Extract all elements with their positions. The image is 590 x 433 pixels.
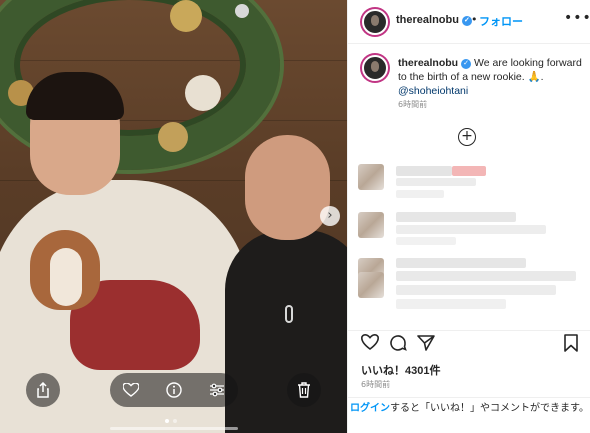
blurred-text — [396, 299, 506, 309]
blurred-text — [396, 166, 452, 176]
blurred-text — [396, 190, 444, 198]
blurred-avatar — [358, 272, 384, 298]
header-username-text[interactable]: therealnobu — [396, 14, 459, 26]
caption-username[interactable]: therealnobu — [398, 57, 458, 69]
comment-bubble-icon[interactable] — [389, 334, 407, 356]
dog-face — [50, 248, 82, 306]
carousel-dots — [165, 419, 177, 423]
mention-link[interactable]: @shoheiohtani — [398, 85, 468, 97]
login-link[interactable]: ログイン — [350, 403, 390, 414]
sliders-icon[interactable] — [204, 377, 230, 403]
person-right-face — [245, 135, 330, 240]
photo-toolbar — [0, 366, 347, 433]
action-bar — [348, 330, 590, 356]
heart-icon[interactable] — [360, 333, 380, 354]
header-username[interactable]: therealnobu ✓ — [396, 14, 472, 26]
follow-button[interactable]: フォロー — [479, 13, 523, 29]
more-options-icon[interactable]: ••• — [564, 10, 590, 26]
login-prompt: ログインすると「いいね！」やコメントができます。 — [348, 397, 590, 433]
carousel-dot-active — [165, 419, 169, 423]
necklace-pendant — [285, 305, 293, 323]
blurred-text — [396, 237, 456, 245]
blurred-avatar — [358, 164, 384, 190]
blurred-text — [396, 285, 556, 295]
avatar[interactable] — [362, 55, 388, 81]
blurred-text — [396, 271, 576, 281]
blurred-avatar — [358, 212, 384, 238]
chevron-right-icon[interactable]: › — [320, 206, 340, 226]
blurred-text — [396, 178, 476, 186]
info-icon[interactable] — [161, 377, 187, 403]
post-header: therealnobu ✓ • フォロー ••• — [348, 0, 590, 44]
ornament — [158, 122, 188, 152]
blurred-text — [452, 166, 486, 176]
share-icon[interactable] — [26, 373, 60, 407]
ornament — [235, 4, 249, 18]
blurred-text — [396, 258, 526, 268]
blurred-text — [396, 212, 516, 222]
post-timestamp: 6時間前 — [361, 380, 391, 389]
plus-circle-icon[interactable]: + — [458, 128, 476, 146]
login-prompt-text: すると「いいね！」やコメントができます。 — [390, 403, 589, 414]
praying-hands-emoji: 🙏 — [527, 71, 541, 83]
scroll-indicator — [110, 427, 238, 430]
caption-text: therealnobu ✓ We are looking forward to t… — [398, 57, 582, 97]
heart-icon[interactable] — [118, 377, 144, 403]
avatar[interactable] — [362, 9, 388, 35]
post-photo[interactable]: › — [0, 0, 347, 433]
caption-timestamp: 6時間前 — [398, 100, 428, 109]
post-sidebar: therealnobu ✓ • フォロー ••• therealnobu ✓ We … — [347, 0, 590, 433]
ornament — [170, 0, 202, 32]
blurred-text — [396, 225, 546, 234]
like-count[interactable]: いいね！4301件 — [361, 362, 440, 378]
verified-badge-icon: ✓ — [461, 59, 472, 69]
header-separator: • — [471, 13, 478, 26]
trash-icon[interactable] — [287, 373, 321, 407]
bookmark-icon[interactable] — [564, 334, 578, 356]
carousel-dot — [173, 419, 177, 423]
photo-actions-group — [110, 373, 238, 407]
paper-plane-icon[interactable] — [417, 334, 435, 356]
ornament — [185, 75, 221, 111]
